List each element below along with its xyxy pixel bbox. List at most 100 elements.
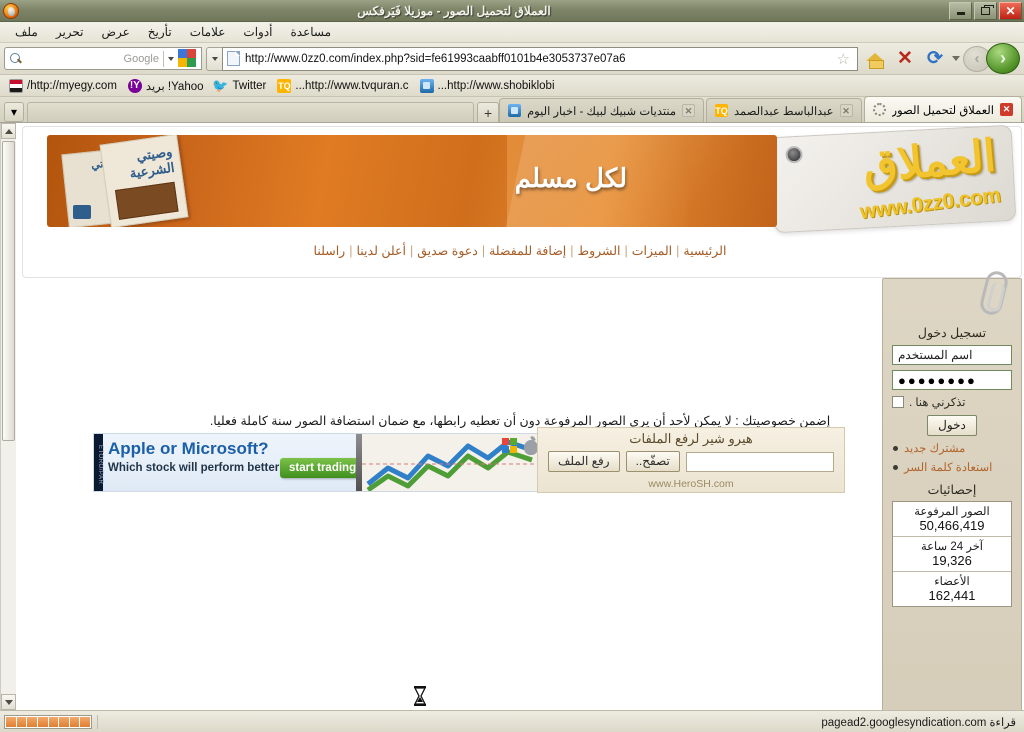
link-recover-password[interactable]: استعادة كلمة السر (893, 460, 1011, 474)
status-divider (97, 714, 98, 729)
menu-item-bookmarks[interactable]: علامات (181, 23, 235, 41)
ad-banner-muslim[interactable]: وصيتي وصيتي الشرعية لكل مسلم (47, 135, 777, 227)
upload-file-input[interactable] (685, 451, 834, 472)
site-logo[interactable]: العملاق www.0zz0.com (769, 124, 1017, 234)
minimize-button[interactable] (949, 1, 972, 20)
nav-link-terms[interactable]: الشروط (576, 244, 623, 258)
bookmark-label: http://www.tvquran.c... (295, 79, 409, 92)
menu-item-view[interactable]: عرض (93, 23, 139, 41)
windows-logo-icon (502, 438, 518, 454)
upload-submit-button[interactable]: رفع الملف (548, 451, 620, 472)
menu-item-history[interactable]: تأريخ (139, 23, 181, 41)
bookmark-twitter[interactable]: 🐦 Twitter (211, 78, 271, 94)
search-input[interactable]: Google (23, 53, 163, 65)
bookmark-star-icon[interactable]: ☆ (834, 50, 853, 68)
tab-strip-empty (27, 102, 475, 122)
menu-item-tools[interactable]: أدوات (234, 23, 281, 41)
bullet-icon (893, 445, 898, 451)
bookmarks-bar: http://myegy.com/ Y! Yahoo! بريد 🐦 Twitt… (0, 75, 1024, 97)
ad-sidebar-label: ETORO/PAR (94, 434, 103, 491)
reload-button[interactable]: ⟳ (922, 46, 948, 72)
hourglass-cursor-icon (413, 686, 427, 706)
chevron-down-icon (211, 56, 218, 61)
stat-row-last24h: آخر 24 ساعة 19,326 (893, 537, 1011, 572)
nav-separator: | (481, 244, 486, 258)
nav-link-advertise[interactable]: أعلن لدينا (354, 244, 408, 258)
home-button[interactable] (862, 46, 888, 72)
page-icon (227, 51, 240, 66)
ad-subhead: Which stock will perform better? (108, 462, 287, 474)
new-tab-button[interactable]: + (477, 102, 500, 122)
password-input[interactable]: ●●●●●●●● (892, 370, 1012, 390)
back-icon: ‹ (974, 50, 980, 67)
bookmark-tvquran[interactable]: TQ http://www.tvquran.c... (273, 78, 412, 94)
stat-label: الأعضاء (934, 576, 970, 588)
close-button[interactable]: ✕ (999, 1, 1022, 20)
bookmark-label: Yahoo! بريد (145, 80, 204, 93)
chevron-down-icon[interactable] (952, 56, 960, 61)
book-publisher-logo (73, 205, 91, 219)
bookmark-shobiklobi[interactable]: http://www.shobiklobi... (416, 78, 559, 94)
chevron-down-icon[interactable] (168, 56, 174, 61)
remember-me-checkbox[interactable] (892, 396, 904, 408)
scroll-down-button[interactable] (1, 694, 16, 710)
twitter-icon: 🐦 (212, 77, 229, 93)
upload-browse-button[interactable]: تصفّح.. (625, 451, 680, 472)
menu-item-file[interactable]: ملف (6, 23, 47, 41)
minimize-icon (956, 12, 965, 15)
ad-banner-etoro[interactable]: ETORO/PAR Apple or Microsoft? Which stoc… (93, 433, 543, 492)
forward-button[interactable]: › (986, 43, 1020, 74)
tab-shobiklobi-forum[interactable]: منتديات شبيك لبيك - اخبار اليوم ✕ (499, 98, 705, 122)
egypt-flag-icon (9, 78, 23, 93)
stop-button[interactable]: ✕ (892, 46, 918, 72)
remember-me-row[interactable]: تذكرني هنا . (892, 395, 1012, 409)
load-progress-bar (4, 714, 92, 729)
reload-icon: ⟳ (927, 48, 943, 69)
tab-label: العملاق لتحميل الصور (891, 104, 994, 117)
nav-arrows: ‹ › (952, 43, 1020, 74)
bookmark-label: http://myegy.com/ (27, 79, 117, 92)
tab-close-icon[interactable]: ✕ (682, 104, 696, 117)
nav-link-features[interactable]: الميزات (630, 244, 674, 258)
nav-link-home[interactable]: الرئيسية (681, 244, 728, 258)
tab-0zz0[interactable]: العملاق لتحميل الصور ✕ (863, 96, 1022, 122)
tab-label: منتديات شبيك لبيك - اخبار اليوم (527, 105, 677, 118)
upload-widget: هيرو شير لرفع الملفات رفع الملف تصفّح.. … (537, 427, 845, 493)
tab-close-icon[interactable]: ✕ (1000, 103, 1013, 116)
nav-link-contact[interactable]: راسلنا (312, 244, 348, 258)
tab-close-icon[interactable]: ✕ (839, 104, 853, 117)
bookmark-label: Twitter (232, 79, 267, 92)
divider (163, 50, 164, 67)
sidebar-panel: تسجيل دخول اسم المستخدم ●●●●●●●● تذكرني … (882, 268, 1022, 710)
url-bar: http://www.0zz0.com/index.php?sid=fe6199… (206, 46, 858, 71)
menu-item-help[interactable]: مساعدة (282, 23, 341, 41)
url-dropdown-button[interactable] (206, 46, 222, 71)
remember-me-label: تذكرني هنا . (909, 397, 966, 409)
web-page: العملاق www.0zz0.com وصيتي وصيتي الشرعية (16, 123, 1024, 710)
search-bar[interactable]: Google (4, 47, 202, 70)
chevron-down-icon (4, 699, 13, 705)
bookmark-yahoo[interactable]: Y! Yahoo! بريد (124, 78, 208, 94)
scroll-up-button[interactable] (1, 123, 16, 139)
menu-item-edit[interactable]: تحرير (47, 23, 93, 41)
privacy-notice: إضمن خصوصيتك : لا يمكن لأحد أن يرى الصور… (209, 414, 831, 428)
link-new-member[interactable]: مشترك جديد (893, 441, 1011, 455)
upload-footer-link[interactable]: www.HeroSH.com (538, 478, 844, 490)
address-input[interactable]: http://www.0zz0.com/index.php?sid=fe6199… (222, 46, 858, 71)
nav-link-invite-friend[interactable]: دعوة صديق (415, 244, 480, 258)
close-icon: ✕ (1005, 3, 1016, 18)
stat-row-members: الأعضاء 162,441 (893, 572, 1011, 606)
nav-separator: | (624, 244, 628, 258)
google-icon (178, 49, 198, 68)
banner-books-image: وصيتي وصيتي الشرعية (59, 135, 224, 227)
scrollbar-thumb[interactable] (2, 141, 15, 441)
bookmark-myegy[interactable]: http://myegy.com/ (5, 78, 121, 94)
window-title: العملاق لتحميل الصور - موزيلا فَيَرفكس (357, 3, 551, 18)
tab-abdulbasit[interactable]: TQ عبدالباسط عبدالصمد ✕ (706, 98, 862, 122)
restore-button[interactable] (974, 1, 997, 20)
login-button[interactable]: دخول (927, 415, 977, 436)
nav-link-add-favorites[interactable]: إضافة للمفضلة (487, 244, 568, 258)
vertical-scrollbar[interactable] (0, 123, 16, 710)
username-input[interactable]: اسم المستخدم (892, 345, 1012, 365)
tab-list-button[interactable]: ▾ (4, 102, 24, 122)
